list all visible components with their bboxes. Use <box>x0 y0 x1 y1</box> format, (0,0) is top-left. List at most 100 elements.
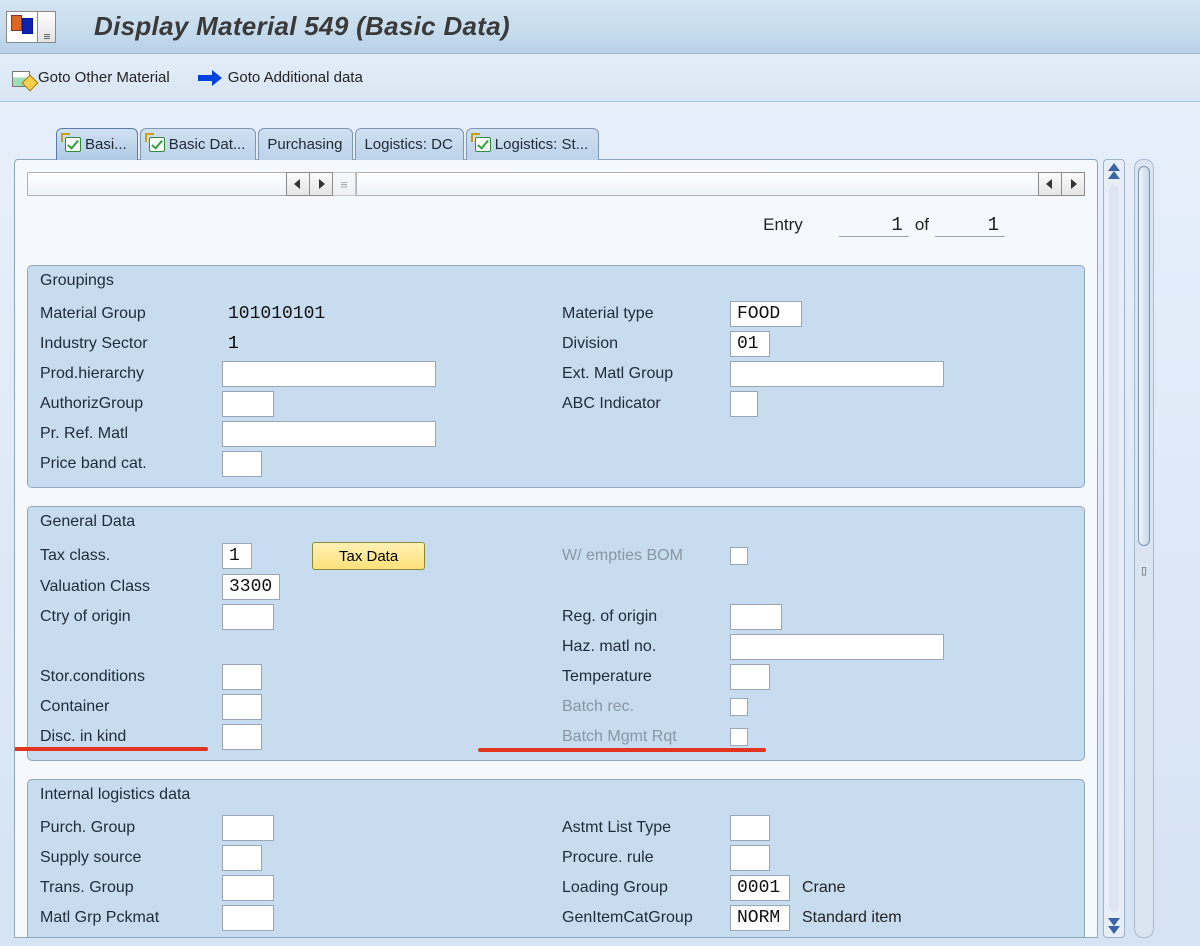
scroll-track[interactable] <box>1109 185 1119 912</box>
entry-of-label: of <box>915 215 929 235</box>
gen-item-cat-group-text: Standard item <box>796 909 902 927</box>
pr-ref-matl-label: Pr. Ref. Matl <box>40 425 222 443</box>
matl-grp-pckmat-field[interactable] <box>222 905 274 931</box>
gen-item-cat-group-field[interactable]: NORM <box>730 905 790 931</box>
ctry-of-origin-label: Ctry of origin <box>40 608 222 626</box>
prod-hierarchy-label: Prod.hierarchy <box>40 365 222 383</box>
disc-in-kind-field[interactable] <box>222 724 262 750</box>
toolbar-strip-left <box>27 172 287 196</box>
tab-label: Basi... <box>85 136 127 153</box>
vertical-scroll-panel[interactable] <box>1103 159 1125 938</box>
check-icon <box>149 137 165 152</box>
scroll-last-icon[interactable] <box>1108 926 1120 934</box>
tab-purchasing[interactable]: Purchasing <box>258 128 353 160</box>
next-button-2[interactable] <box>1061 172 1085 196</box>
temperature-label: Temperature <box>562 668 730 686</box>
loading-group-text: Crane <box>796 879 846 897</box>
abc-indicator-field[interactable] <box>730 391 758 417</box>
trans-group-field[interactable] <box>222 875 274 901</box>
vertical-scrollbar[interactable]: ▯ <box>1134 159 1154 938</box>
stor-conditions-field[interactable] <box>222 664 262 690</box>
panel-toolbar: ≡ <box>27 172 1085 196</box>
title-bar: Display Material 549 (Basic Data) <box>0 0 1200 54</box>
entry-counter: Entry 1 of 1 <box>27 214 1085 237</box>
tab-label: Basic Dat... <box>169 136 246 153</box>
check-icon <box>475 137 491 152</box>
next-button[interactable] <box>309 172 333 196</box>
app-menu-dropdown[interactable] <box>38 11 56 43</box>
procure-rule-field[interactable] <box>730 845 770 871</box>
loading-group-field[interactable]: 0001 <box>730 875 790 901</box>
reg-of-origin-label: Reg. of origin <box>562 608 730 626</box>
stor-conditions-label: Stor.conditions <box>40 668 222 686</box>
astmt-list-type-label: Astmt List Type <box>562 819 730 837</box>
tax-class-field[interactable]: 1 <box>222 543 252 569</box>
tab-label: Logistics: DC <box>364 136 452 153</box>
batch-rec-checkbox[interactable] <box>730 698 748 716</box>
tax-data-button[interactable]: Tax Data <box>312 542 425 570</box>
supply-source-field[interactable] <box>222 845 262 871</box>
internal-logistics-box: Internal logistics data Purch. Group Ast… <box>27 779 1085 938</box>
industry-sector-field[interactable]: 1 <box>222 334 532 354</box>
container-field[interactable] <box>222 694 262 720</box>
astmt-list-type-field[interactable] <box>730 815 770 841</box>
scroll-up-icon[interactable] <box>1108 171 1120 179</box>
scroll-down-icon[interactable] <box>1108 918 1120 926</box>
haz-matl-no-label: Haz. matl no. <box>562 638 730 656</box>
tax-class-label: Tax class. <box>40 547 222 565</box>
scroll-first-icon[interactable] <box>1108 163 1120 171</box>
prev-button[interactable] <box>286 172 310 196</box>
division-field[interactable]: 01 <box>730 331 770 357</box>
temperature-field[interactable] <box>730 664 770 690</box>
goto-additional-data-button[interactable]: Goto Additional data <box>198 69 363 86</box>
haz-matl-no-field[interactable] <box>730 634 944 660</box>
goto-other-material-button[interactable]: Goto Other Material <box>12 69 170 87</box>
w-empties-bom-checkbox[interactable] <box>730 547 748 565</box>
prev-button-2[interactable] <box>1038 172 1062 196</box>
main-canvas: Basi... Basic Dat... Purchasing Logistic… <box>0 102 1200 946</box>
material-type-label: Material type <box>562 305 730 323</box>
matl-grp-pckmat-label: Matl Grp Pckmat <box>40 909 222 927</box>
general-data-title: General Data <box>28 507 1084 538</box>
reg-of-origin-field[interactable] <box>730 604 782 630</box>
pr-ref-matl-field[interactable] <box>222 421 436 447</box>
supply-source-label: Supply source <box>40 849 222 867</box>
tab-strip: Basi... Basic Dat... Purchasing Logistic… <box>0 102 1200 160</box>
scrollbar-thumb[interactable] <box>1138 166 1150 546</box>
division-label: Division <box>562 335 730 353</box>
app-icon <box>6 11 38 43</box>
disc-in-kind-label: Disc. in kind <box>40 728 222 746</box>
toolbar-strip-right <box>356 172 1039 196</box>
abc-indicator-label: ABC Indicator <box>562 395 730 413</box>
material-group-field[interactable]: 101010101 <box>222 301 436 327</box>
tab-logistics-dc[interactable]: Logistics: DC <box>355 128 463 160</box>
general-data-box: General Data Tax class. 1 Tax Data W/ em… <box>27 506 1085 761</box>
tab-basic-data[interactable]: Basic Dat... <box>140 128 257 160</box>
purch-group-field[interactable] <box>222 815 274 841</box>
batch-mgmt-rqt-checkbox[interactable] <box>730 728 748 746</box>
material-type-field[interactable]: FOOD <box>730 301 802 327</box>
entry-current: 1 <box>839 214 909 237</box>
goto-other-material-label: Goto Other Material <box>38 69 170 86</box>
batch-mgmt-rqt-label: Batch Mgmt Rqt <box>562 728 730 746</box>
valuation-class-field[interactable]: 3300 <box>222 574 280 600</box>
groupings-box: Groupings Material Group 101010101 Mater… <box>27 265 1085 488</box>
page-title: Display Material 549 (Basic Data) <box>94 11 510 42</box>
entry-total: 1 <box>935 214 1005 237</box>
ctry-of-origin-field[interactable] <box>222 604 274 630</box>
ext-matl-group-field[interactable] <box>730 361 944 387</box>
tab-logistics-st[interactable]: Logistics: St... <box>466 128 599 160</box>
annotation-underline-2 <box>478 748 766 752</box>
toolbar-menu-button[interactable]: ≡ <box>332 172 356 196</box>
tab-label: Logistics: St... <box>495 136 588 153</box>
loading-group-label: Loading Group <box>562 879 730 897</box>
purch-group-label: Purch. Group <box>40 819 222 837</box>
price-band-cat-field[interactable] <box>222 451 262 477</box>
ext-matl-group-label: Ext. Matl Group <box>562 365 730 383</box>
prod-hierarchy-field[interactable] <box>222 361 436 387</box>
authoriz-group-field[interactable] <box>222 391 274 417</box>
scrollbar-grip-icon: ▯ <box>1141 564 1147 577</box>
industry-sector-label: Industry Sector <box>40 335 222 353</box>
price-band-cat-label: Price band cat. <box>40 455 222 473</box>
tab-basic-1[interactable]: Basi... <box>56 128 138 160</box>
